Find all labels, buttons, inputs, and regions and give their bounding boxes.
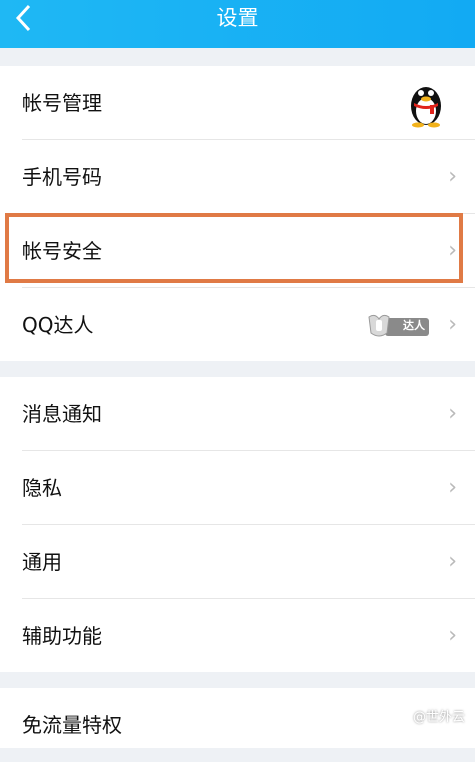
chevron-right-icon: › (448, 623, 457, 648)
chevron-right-icon: › (448, 549, 457, 574)
header-bar: 设置 (0, 0, 475, 48)
settings-item-notifications[interactable]: 消息通知 › (0, 377, 475, 451)
chevron-right-icon: › (448, 475, 457, 500)
watermark-text: @世外云 (412, 710, 465, 725)
watermark: @世外云 (355, 672, 465, 727)
chevron-right-icon: › (448, 401, 457, 426)
page-title: 设置 (216, 6, 259, 30)
qq-penguin-avatar-icon (411, 87, 441, 128)
settings-item-label: 隐私 (22, 476, 62, 500)
settings-item-label: 通用 (22, 550, 62, 574)
settings-item-label: 手机号码 (22, 165, 102, 189)
settings-item-label: 帐号管理 (22, 91, 102, 115)
settings-item-account-manage[interactable]: 帐号管理 (0, 66, 475, 140)
settings-item-phone[interactable]: 手机号码 › (0, 140, 475, 214)
settings-item-label: 辅助功能 (22, 624, 102, 648)
daren-badge-label: 达人 (403, 319, 425, 332)
highlight-box (5, 213, 463, 283)
settings-item-label: 消息通知 (22, 402, 102, 426)
settings-item-general[interactable]: 通用 › (0, 525, 475, 599)
settings-group-general: 消息通知 › 隐私 › 通用 › 辅助功能 › (0, 377, 475, 672)
chevron-right-icon: › (448, 312, 457, 337)
settings-item-accessibility[interactable]: 辅助功能 › (0, 599, 475, 673)
settings-item-label: QQ达人 (22, 313, 94, 337)
settings-item-privacy[interactable]: 隐私 › (0, 451, 475, 525)
chevron-right-icon: › (448, 164, 457, 189)
settings-item-qq-daren[interactable]: QQ达人 达人 › (0, 288, 475, 362)
settings-item-label: 免流量特权 (22, 713, 122, 737)
